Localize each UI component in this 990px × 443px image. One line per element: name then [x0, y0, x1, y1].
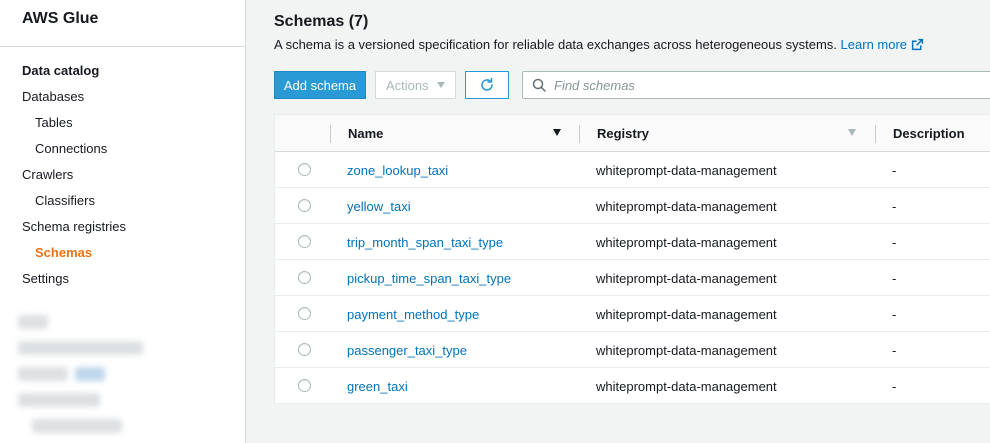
refresh-button[interactable] [465, 71, 509, 99]
sidebar-item-blurred [18, 341, 143, 355]
description-cell: - [892, 343, 897, 358]
learn-more-label[interactable]: Learn more [841, 37, 907, 52]
table-row[interactable]: green_taxi whiteprompt-data-management - [275, 368, 990, 404]
app-window: AWS Glue Data catalog Databases Tables C… [0, 0, 990, 443]
page-title: Schemas (7) [274, 13, 369, 30]
column-header-name[interactable]: Name [348, 115, 383, 152]
schema-name-link[interactable]: yellow_taxi [347, 199, 411, 214]
column-header-registry[interactable]: Registry [597, 115, 649, 152]
sidebar: AWS Glue Data catalog Databases Tables C… [0, 0, 246, 443]
sidebar-item-crawlers[interactable]: Crawlers [22, 167, 73, 182]
description-text: A schema is a versioned specification fo… [274, 37, 837, 52]
refresh-icon [481, 77, 493, 91]
table-row[interactable]: zone_lookup_taxi whiteprompt-data-manage… [275, 152, 990, 188]
table-header: Name Registry Description [275, 114, 990, 152]
schema-name-link[interactable]: payment_method_type [347, 307, 479, 322]
row-select-radio[interactable] [298, 271, 311, 284]
schema-name-link[interactable]: passenger_taxi_type [347, 343, 467, 358]
schemas-table: Name Registry Description zone_lookup_ta… [274, 114, 990, 404]
sidebar-item-blurred [18, 367, 68, 381]
registry-cell: whiteprompt-data-management [596, 343, 777, 358]
search-input[interactable] [554, 77, 954, 93]
description-cell: - [892, 307, 897, 322]
row-select-radio[interactable] [298, 307, 311, 320]
sidebar-item-schema-registries[interactable]: Schema registries [22, 219, 126, 234]
schema-name-link[interactable]: pickup_time_span_taxi_type [347, 271, 511, 286]
sidebar-divider [0, 46, 245, 47]
add-schema-button[interactable]: Add schema [274, 71, 366, 99]
table-row[interactable]: payment_method_type whiteprompt-data-man… [275, 296, 990, 332]
page-description: A schema is a versioned specification fo… [274, 37, 924, 52]
sidebar-title: AWS Glue [22, 10, 99, 27]
sidebar-item-classifiers[interactable]: Classifiers [35, 193, 95, 208]
sidebar-item-blurred [18, 315, 48, 329]
schema-name-link[interactable]: trip_month_span_taxi_type [347, 235, 503, 250]
sort-icon[interactable] [848, 129, 856, 136]
sidebar-item-schemas[interactable]: Schemas [35, 245, 92, 260]
row-select-radio[interactable] [298, 379, 311, 392]
column-separator [875, 125, 876, 143]
search-icon [532, 78, 546, 92]
registry-cell: whiteprompt-data-management [596, 199, 777, 214]
column-header-description[interactable]: Description [893, 115, 965, 152]
registry-cell: whiteprompt-data-management [596, 163, 777, 178]
caret-down-icon [437, 82, 445, 88]
sidebar-item-blurred [18, 393, 100, 407]
description-cell: - [892, 199, 897, 214]
registry-cell: whiteprompt-data-management [596, 379, 777, 394]
sidebar-item-blurred [32, 419, 122, 433]
table-row[interactable]: passenger_taxi_type whiteprompt-data-man… [275, 332, 990, 368]
registry-cell: whiteprompt-data-management [596, 307, 777, 322]
column-separator [330, 125, 331, 143]
search-box[interactable] [522, 71, 990, 99]
main-content: Schemas (7) A schema is a versioned spec… [246, 0, 990, 443]
sidebar-item-tables[interactable]: Tables [35, 115, 73, 130]
row-select-radio[interactable] [298, 163, 311, 176]
sidebar-item-databases[interactable]: Databases [22, 89, 84, 104]
table-row[interactable]: trip_month_span_taxi_type whiteprompt-da… [275, 224, 990, 260]
sidebar-item-settings[interactable]: Settings [22, 271, 69, 286]
column-separator [579, 125, 580, 143]
description-cell: - [892, 379, 897, 394]
table-row[interactable]: yellow_taxi whiteprompt-data-management … [275, 188, 990, 224]
sidebar-item-data-catalog[interactable]: Data catalog [22, 63, 99, 78]
actions-label: Actions [386, 77, 429, 93]
description-cell: - [892, 163, 897, 178]
description-cell: - [892, 271, 897, 286]
schema-name-link[interactable]: green_taxi [347, 379, 408, 394]
row-select-radio[interactable] [298, 199, 311, 212]
table-row[interactable]: pickup_time_span_taxi_type whiteprompt-d… [275, 260, 990, 296]
sort-active-icon[interactable] [553, 129, 561, 136]
row-select-radio[interactable] [298, 343, 311, 356]
learn-more-link[interactable]: Learn more [841, 37, 924, 52]
external-link-icon [911, 38, 924, 51]
actions-dropdown[interactable]: Actions [375, 71, 456, 99]
row-select-radio[interactable] [298, 235, 311, 248]
registry-cell: whiteprompt-data-management [596, 235, 777, 250]
sidebar-item-connections[interactable]: Connections [35, 141, 107, 156]
description-cell: - [892, 235, 897, 250]
sidebar-badge-blurred [75, 367, 105, 381]
schema-name-link[interactable]: zone_lookup_taxi [347, 163, 448, 178]
registry-cell: whiteprompt-data-management [596, 271, 777, 286]
